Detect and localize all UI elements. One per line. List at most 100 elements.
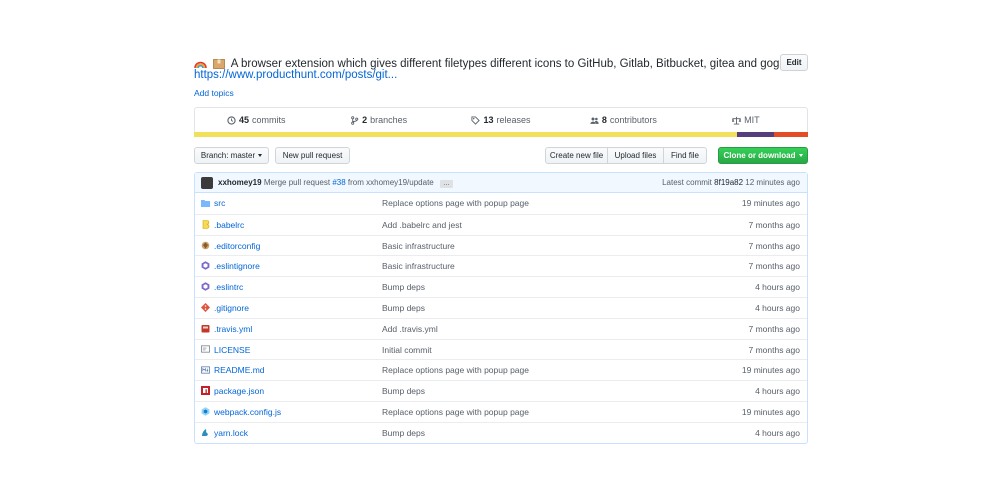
latest-commit-label: Latest commit: [662, 178, 712, 187]
add-topics-link[interactable]: Add topics: [194, 88, 234, 98]
commits-label: commits: [251, 115, 286, 125]
releases-count: 13: [483, 115, 494, 125]
commit-age: 4 hours ago: [755, 302, 800, 313]
pull-request-link[interactable]: #38: [332, 178, 345, 187]
webpack-icon: [201, 407, 210, 416]
commit-age: 4 hours ago: [755, 427, 800, 438]
license-label: MIT: [744, 115, 760, 125]
file-name-link[interactable]: .eslintignore: [214, 261, 260, 271]
commit-age: 19 minutes ago: [741, 365, 800, 376]
file-name-link[interactable]: package.json: [214, 386, 264, 396]
upload-files-button[interactable]: Upload files: [607, 147, 664, 164]
file-name-link[interactable]: .babelrc: [214, 220, 244, 230]
contributors-count: 8: [601, 115, 607, 125]
commit-age: 7 months ago: [748, 344, 800, 355]
caret-down-icon: [798, 154, 803, 157]
file-name-link[interactable]: .travis.yml: [214, 324, 252, 334]
file-row: .editorconfig Basic infrastructure 7 month…: [195, 234, 807, 256]
clone-or-download-button[interactable]: Clone or download: [718, 147, 808, 164]
file-name-link[interactable]: .eslintrc: [214, 282, 243, 292]
file-list: xxhomey19 Merge pull request #38 from xx…: [194, 172, 808, 444]
file-name-link[interactable]: .editorconfig: [214, 241, 260, 251]
branches-count: 2: [362, 115, 368, 125]
language-bar[interactable]: [194, 132, 808, 137]
file-row: .babelrc Add .babelrc and jest 7 months ag…: [195, 213, 807, 235]
commit-message-link[interactable]: Bump deps: [382, 303, 425, 313]
file-row: src Replace options page with popup page 1…: [195, 193, 807, 214]
law-icon: [732, 116, 742, 125]
releases-link[interactable]: 13 releases: [440, 108, 562, 132]
file-name-link[interactable]: LICENSE: [214, 345, 250, 355]
travis-icon: [201, 324, 210, 333]
contributors-link[interactable]: 8 contributors: [562, 108, 684, 132]
file-row: webpack.config.js Replace options page wi…: [195, 400, 807, 422]
file-name-link[interactable]: .gitignore: [214, 303, 249, 313]
find-file-button[interactable]: Find file: [663, 147, 707, 164]
commit-message-suffix[interactable]: from xxhomey19/update: [348, 178, 434, 187]
commit-age: 7 months ago: [748, 323, 800, 334]
commit-message-link[interactable]: Basic infrastructure: [382, 241, 455, 251]
eslint-icon: [201, 261, 210, 271]
commit-age: 12 minutes ago: [745, 178, 800, 187]
commit-age: 4 hours ago: [755, 282, 800, 293]
babel-icon: [201, 219, 210, 229]
caret-down-icon: [258, 154, 263, 157]
new-pull-request-button[interactable]: New pull request: [275, 147, 350, 164]
file-rows: src Replace options page with popup page 1…: [195, 193, 807, 443]
commit-message-link[interactable]: Replace options page with popup page: [382, 407, 529, 417]
commits-count: 45: [238, 115, 249, 125]
commit-author-link[interactable]: xxhomey19: [218, 178, 262, 187]
expand-commit-button[interactable]: …: [439, 180, 453, 188]
commit-message-link[interactable]: Bump deps: [382, 386, 425, 396]
file-name-link[interactable]: yarn.lock: [214, 428, 248, 438]
language-segment[interactable]: [194, 132, 738, 137]
commit-age: 4 hours ago: [755, 386, 800, 397]
language-segment[interactable]: [774, 132, 808, 137]
branch-select-label: Branch: master: [200, 151, 256, 160]
commit-message-link[interactable]: Bump deps: [382, 428, 425, 438]
commit-message-link[interactable]: Replace options page with popup page: [382, 365, 529, 375]
branch-icon: [351, 115, 359, 125]
clone-or-download-label: Clone or download: [723, 151, 796, 160]
commit-message-link[interactable]: Add .babelrc and jest: [382, 220, 462, 230]
commit-sha-link[interactable]: 8f19a82: [714, 178, 743, 187]
file-navigation: Branch: master New pull request Create n…: [194, 147, 808, 164]
contributors-label: contributors: [609, 115, 657, 125]
commit-age: 7 months ago: [748, 219, 800, 230]
repo-description-block: A browser extension which gives differen…: [194, 54, 808, 104]
commit-message-prefix[interactable]: Merge pull request: [264, 178, 330, 187]
folder-icon: [201, 198, 210, 207]
file-row: yarn.lock Bump deps 4 hours ago: [195, 421, 807, 443]
file-name-link[interactable]: src: [214, 198, 225, 208]
commit-message-link[interactable]: Add .travis.yml: [382, 324, 438, 334]
create-new-file-button[interactable]: Create new file: [545, 147, 608, 164]
avatar[interactable]: [201, 177, 213, 189]
branches-label: branches: [370, 115, 408, 125]
commit-message-link[interactable]: Basic infrastructure: [382, 261, 455, 271]
file-name-link[interactable]: README.md: [214, 365, 265, 375]
branch-select-button[interactable]: Branch: master: [194, 147, 269, 164]
repo-homepage-link[interactable]: https://www.producthunt.com/posts/git...: [194, 69, 397, 81]
commit-message-link[interactable]: Bump deps: [382, 282, 425, 292]
file-row: package.json Bump deps 4 hours ago: [195, 380, 807, 401]
file-name-link[interactable]: webpack.config.js: [214, 407, 281, 417]
commit-message-link[interactable]: Initial commit: [382, 345, 432, 355]
commit-message-link[interactable]: Replace options page with popup page: [382, 198, 529, 208]
npm-icon: [201, 386, 210, 396]
latest-commit-message: xxhomey19 Merge pull request #38 from xx…: [218, 178, 453, 188]
commits-link[interactable]: 45 commits: [195, 108, 317, 132]
branches-link[interactable]: 2 branches: [317, 108, 439, 132]
readme-icon: [201, 365, 210, 374]
language-segment[interactable]: [737, 132, 775, 137]
license-link[interactable]: MIT: [685, 108, 807, 132]
file-row: LICENSE Initial commit 7 months ago: [195, 338, 807, 360]
file-row: .travis.yml Add .travis.yml 7 months ago: [195, 317, 807, 339]
edit-description-button[interactable]: Edit: [780, 54, 808, 71]
commit-age: 19 minutes ago: [741, 406, 800, 417]
file-row: .gitignore Bump deps 4 hours ago: [195, 296, 807, 318]
people-icon: [590, 117, 599, 124]
file-row: .eslintignore Basic infrastructure 7 month…: [195, 255, 807, 276]
git-icon: [201, 302, 210, 312]
repo-summary-bar: 45 commits 2 branches 13 releases 8 cont…: [194, 107, 808, 132]
eslint-icon: [201, 282, 210, 291]
